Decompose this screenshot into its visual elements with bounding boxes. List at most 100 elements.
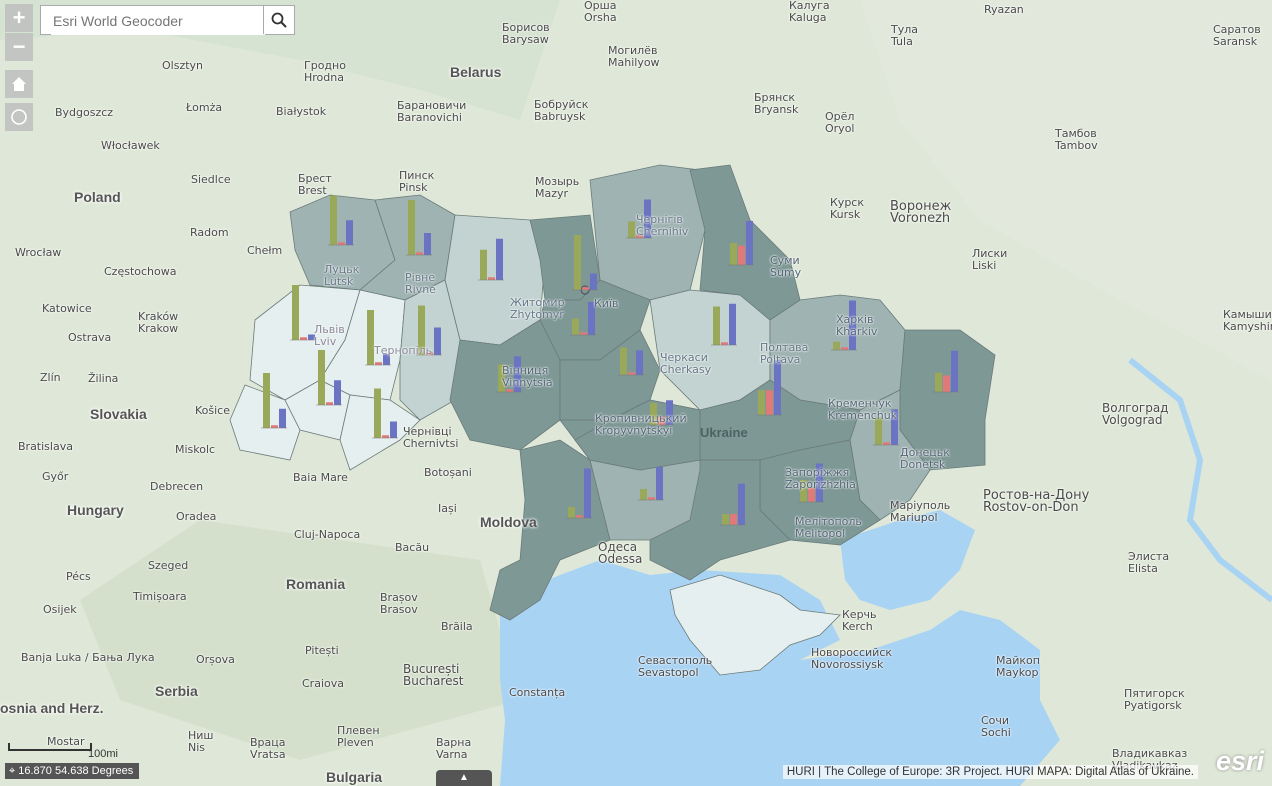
city-label: Miskolc [175, 443, 216, 456]
city-label: Győr [42, 470, 69, 483]
city-label: Пинск Pinsk [399, 169, 435, 194]
bar-mark [572, 318, 579, 335]
country-label: Poland [74, 189, 121, 205]
bar-mark [346, 220, 353, 245]
bar-mark [935, 372, 942, 392]
city-label: Полтава Poltava [760, 341, 809, 366]
bar-mark [382, 435, 389, 438]
city-label: Botoșani [424, 466, 472, 479]
city-label: Banja Luka / Бања Лука [21, 651, 155, 664]
bar-mark [367, 310, 374, 365]
bar-mark [628, 221, 635, 238]
bar-mark [338, 242, 345, 245]
city-label: Маріуполь Mariupol [890, 499, 951, 524]
bar-mark [374, 388, 381, 438]
bar-mark [620, 347, 627, 375]
locate-button[interactable] [5, 103, 33, 131]
city-label: Майкоп Maykop [996, 654, 1040, 679]
bar-mark [279, 408, 286, 428]
city-label: Саратов Saransk [1213, 23, 1261, 48]
city-label: Київ [594, 297, 619, 310]
city-label: Кропивницький Kropyvnytskyi [595, 412, 687, 437]
city-label: Сочи Sochi [981, 714, 1011, 739]
city-label: Камышин Kamyshin [1223, 308, 1272, 333]
city-label: Brăila [441, 620, 473, 633]
city-label: Katowice [42, 302, 92, 315]
bar-mark [636, 350, 643, 375]
locate-icon [11, 109, 27, 125]
country-label: Romania [286, 576, 346, 592]
city-label: București Bucharest [403, 662, 464, 688]
city-label: Керчь Kerch [842, 608, 877, 633]
bar-mark [730, 243, 737, 265]
bar-mark [721, 342, 728, 345]
city-label: Zlín [40, 371, 61, 384]
bottom-panel-toggle[interactable]: ▲ [436, 770, 492, 786]
bar-mark [841, 347, 848, 350]
city-label: Włocławek [101, 139, 160, 152]
city-label: Воронеж Voronezh [890, 199, 952, 226]
search-input[interactable] [51, 7, 265, 35]
city-label: Тула Tula [891, 23, 919, 48]
city-label: Суми Sumy [770, 254, 802, 279]
bar-mark [496, 238, 503, 280]
city-label: Constanța [509, 686, 566, 699]
map-canvas[interactable] [0, 0, 1272, 786]
scale-label: 100mi [88, 748, 118, 760]
city-label: Bacău [395, 541, 430, 554]
city-label: Oradea [176, 510, 217, 523]
city-label: Варна Varna [436, 736, 472, 761]
city-label: Ryazan [984, 3, 1024, 16]
city-label: Мозырь Mazyr [535, 175, 580, 200]
bar-mark [766, 390, 773, 415]
search-button[interactable] [263, 6, 294, 34]
crosshair-icon: ⌖ [9, 765, 19, 777]
city-label: Запоріжжя Zaporizhzhia [785, 466, 856, 491]
search-icon [271, 12, 287, 28]
city-label: Pitești [305, 644, 339, 657]
city-label: Bratislava [18, 440, 73, 453]
country-label: Moldova [480, 514, 537, 530]
zoom-in-button[interactable]: + [5, 4, 33, 32]
bar-mark [576, 515, 583, 518]
city-label: Bydgoszcz [55, 106, 114, 119]
city-label: Калуга Kaluga [789, 0, 830, 24]
bar-mark [738, 245, 745, 265]
bar-mark [318, 350, 325, 405]
bar-mark [263, 373, 270, 428]
bar-mark [758, 390, 765, 415]
bar-mark [729, 303, 736, 345]
city-label: Košice [195, 404, 230, 417]
city-label: Харків Kharkiv [836, 313, 878, 338]
city-label: Элиста Elista [1128, 550, 1170, 575]
city-label: Łomża [186, 101, 223, 114]
bar-mark [568, 507, 575, 518]
coordinates-value: 16.870 54.638 Degrees [18, 765, 134, 777]
city-label: Мелітополь Melitopol [795, 515, 862, 540]
bar-mark [292, 285, 299, 340]
city-label: Cluj-Napoca [294, 528, 361, 541]
city-label: Барановичи Baranovichi [397, 99, 467, 124]
bar-mark [730, 514, 737, 525]
zoom-out-button[interactable]: − [5, 33, 33, 61]
bar-mark [774, 360, 781, 415]
bar-mark [488, 277, 495, 280]
bar-mark [951, 350, 958, 392]
city-label: Ростов-на-Дону Rostov-on-Don [983, 488, 1090, 515]
city-label: Baia Mare [293, 471, 348, 484]
bar-mark [628, 372, 635, 375]
city-label: Debrecen [150, 480, 204, 493]
city-label: Новороссийск Novorossiysk [811, 646, 893, 671]
home-icon [12, 77, 26, 91]
city-label: Osijek [43, 603, 77, 616]
bar-mark [656, 467, 663, 500]
bar-mark [480, 249, 487, 280]
coordinates-display[interactable]: ⌖ 16.870 54.638 Degrees [5, 763, 140, 779]
city-label: Žilina [88, 372, 119, 385]
bar-mark [300, 337, 307, 340]
bar-mark [738, 483, 745, 525]
city-label: Białystok [276, 105, 327, 118]
bar-mark [434, 327, 441, 355]
city-label: Житомир Zhytomyr [510, 296, 565, 321]
home-button[interactable] [5, 70, 33, 98]
